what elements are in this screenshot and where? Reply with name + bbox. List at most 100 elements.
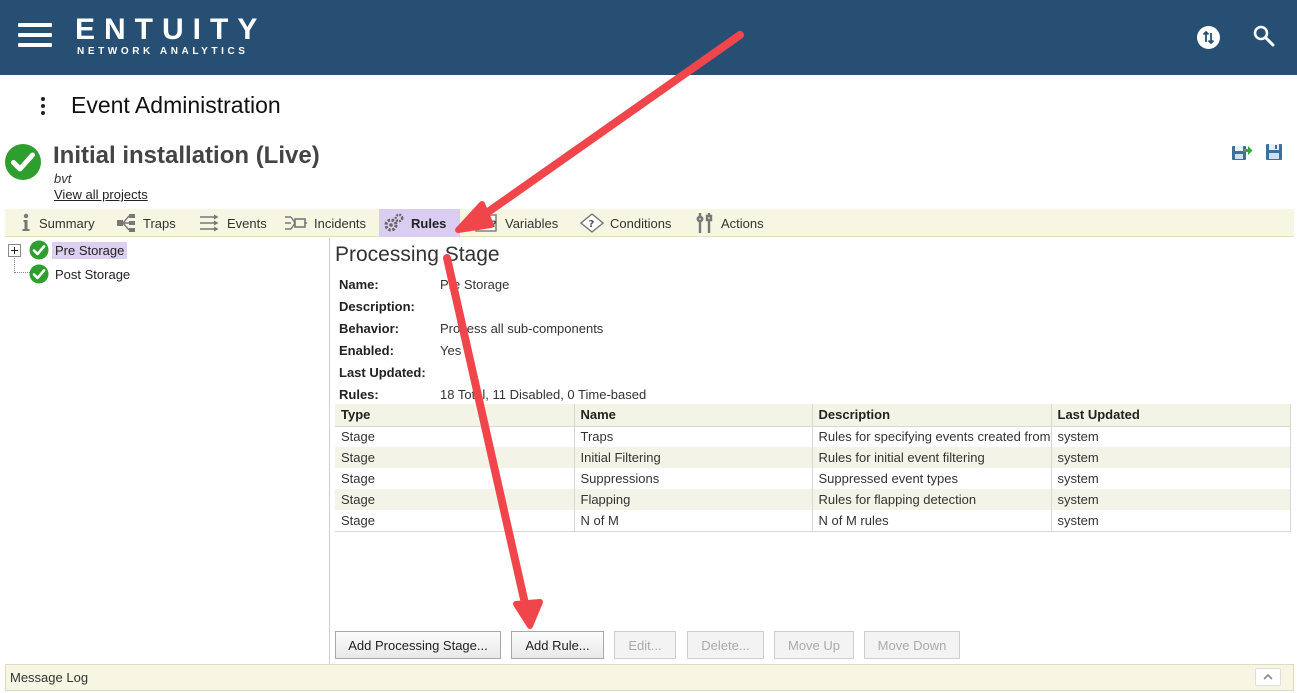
table-row[interactable]: Stage Suppressions Suppressed event type… (335, 468, 1291, 489)
prop-rules-key: Rules: (339, 387, 379, 402)
rules-table: Type Name Description Last Updated Stage… (335, 404, 1291, 532)
enabled-check-icon (29, 240, 49, 260)
menu-icon[interactable] (18, 23, 52, 47)
table-row[interactable]: Stage Flapping Rules for flapping detect… (335, 489, 1291, 510)
prop-name-value: Pre Storage (440, 277, 510, 292)
variables-icon: x=? (475, 214, 497, 232)
tab-rules[interactable]: Rules (379, 209, 460, 237)
brand-logo: ENTUITY NETWORK ANALYTICS (75, 14, 266, 58)
edit-button[interactable]: Edit... (614, 631, 676, 659)
column-header-type[interactable]: Type (335, 404, 575, 427)
prop-behavior-key: Behavior: (339, 321, 399, 336)
cell-name: Flapping (574, 489, 813, 510)
tab-incidents[interactable]: Incidents (280, 209, 366, 237)
cell-type: Stage (335, 510, 575, 532)
annotation-arrowhead-add-rule (513, 599, 543, 629)
events-icon (200, 214, 219, 232)
table-row[interactable]: Stage N of M N of M rules system (335, 510, 1291, 532)
tab-events-label: Events (227, 215, 267, 231)
tab-conditions-label: Conditions (610, 215, 672, 231)
prop-behavior-value: Process all sub-components (440, 321, 604, 336)
project-subtitle: bvt (54, 171, 72, 186)
cell-last-updated: system (1051, 510, 1291, 532)
export-icon[interactable] (1231, 143, 1253, 161)
add-rule-button[interactable]: Add Rule... (511, 631, 604, 659)
svg-text:x=?: x=? (478, 220, 497, 230)
cell-description: Rules for specifying events created from… (812, 426, 1052, 447)
page-title: Event Administration (71, 92, 281, 118)
table-header-row: Type Name Description Last Updated (335, 404, 1291, 427)
cell-description: Suppressed event types (812, 468, 1052, 489)
column-header-last-updated[interactable]: Last Updated (1051, 404, 1291, 427)
cell-last-updated: system (1051, 426, 1291, 447)
column-header-name[interactable]: Name (574, 404, 813, 427)
table-row[interactable]: Stage Initial Filtering Rules for initia… (335, 447, 1291, 468)
delete-button[interactable]: Delete... (687, 631, 764, 659)
cell-type: Stage (335, 447, 575, 468)
stage-tree: Pre Storage Post Storage (5, 238, 330, 664)
tab-summary[interactable]: Summary (15, 209, 95, 237)
more-options-icon[interactable] (40, 97, 46, 115)
message-log-bar: Message Log (5, 664, 1294, 691)
cell-type: Stage (335, 489, 575, 510)
project-title: Initial installation (Live) (53, 142, 320, 169)
tree-connector (14, 258, 30, 273)
prop-last-updated-key: Last Updated: (339, 365, 426, 380)
swap-icon[interactable] (1197, 26, 1220, 49)
prop-enabled-key: Enabled: (339, 343, 394, 358)
tree-item-pre-storage[interactable]: Pre Storage (29, 240, 128, 260)
message-log-label: Message Log (10, 670, 89, 685)
stage-title: Processing Stage (335, 243, 500, 266)
table-row[interactable]: Stage Traps Rules for specifying events … (335, 426, 1291, 447)
tab-traps[interactable]: Traps (111, 209, 176, 237)
cell-last-updated: system (1051, 468, 1291, 489)
actions-icon (696, 213, 713, 233)
prop-enabled-value: Yes (440, 343, 462, 358)
tab-incidents-label: Incidents (314, 215, 367, 231)
tree-item-label: Pre Storage (52, 241, 128, 259)
cell-type: Stage (335, 468, 575, 489)
conditions-icon: ? (580, 213, 604, 233)
cell-name: Initial Filtering (574, 447, 813, 468)
expand-icon[interactable] (8, 244, 21, 257)
tab-events[interactable]: Events (195, 209, 267, 237)
tab-conditions[interactable]: ? Conditions (576, 209, 671, 237)
cell-description: Rules for flapping detection (812, 489, 1052, 510)
tab-traps-label: Traps (143, 215, 176, 231)
column-header-description[interactable]: Description (812, 404, 1052, 427)
tab-bar: Summary Traps Events Incidents Rules x=?… (5, 209, 1294, 237)
save-icon[interactable] (1265, 143, 1283, 161)
tree-item-label: Post Storage (55, 266, 131, 282)
tab-actions-label: Actions (721, 215, 764, 231)
tree-item-post-storage[interactable]: Post Storage (29, 264, 133, 284)
cell-last-updated: system (1051, 489, 1291, 510)
move-up-button[interactable]: Move Up (774, 631, 854, 659)
tab-variables[interactable]: x=? Variables (471, 209, 558, 237)
gears-icon (384, 213, 404, 232)
incidents-icon (285, 216, 307, 230)
add-processing-stage-button[interactable]: Add Processing Stage... (335, 631, 501, 659)
cell-last-updated: system (1051, 447, 1291, 468)
cell-description: N of M rules (812, 510, 1052, 532)
search-icon[interactable] (1252, 24, 1276, 48)
brand-subtitle: NETWORK ANALYTICS (77, 46, 249, 57)
tab-variables-label: Variables (505, 215, 559, 231)
tab-summary-label: Summary (39, 215, 95, 231)
prop-rules-value: 18 Total, 11 Disabled, 0 Time-based (440, 387, 647, 402)
live-status-check-icon (4, 143, 42, 181)
cell-name: Traps (574, 426, 813, 447)
info-icon (22, 213, 30, 231)
cell-name: Suppressions (574, 468, 813, 489)
svg-text:?: ? (589, 219, 595, 230)
cell-name: N of M (574, 510, 813, 532)
expand-log-button[interactable] (1255, 668, 1281, 686)
cell-type: Stage (335, 426, 575, 447)
prop-description-key: Description: (339, 299, 415, 314)
brand-name: ENTUITY (75, 13, 267, 46)
move-down-button[interactable]: Move Down (864, 631, 960, 659)
cell-description: Rules for initial event filtering (812, 447, 1052, 468)
view-all-projects-link[interactable]: View all projects (54, 187, 148, 202)
tab-rules-label: Rules (411, 215, 447, 231)
chevron-up-icon (1263, 673, 1273, 680)
tab-actions[interactable]: Actions (691, 209, 764, 237)
